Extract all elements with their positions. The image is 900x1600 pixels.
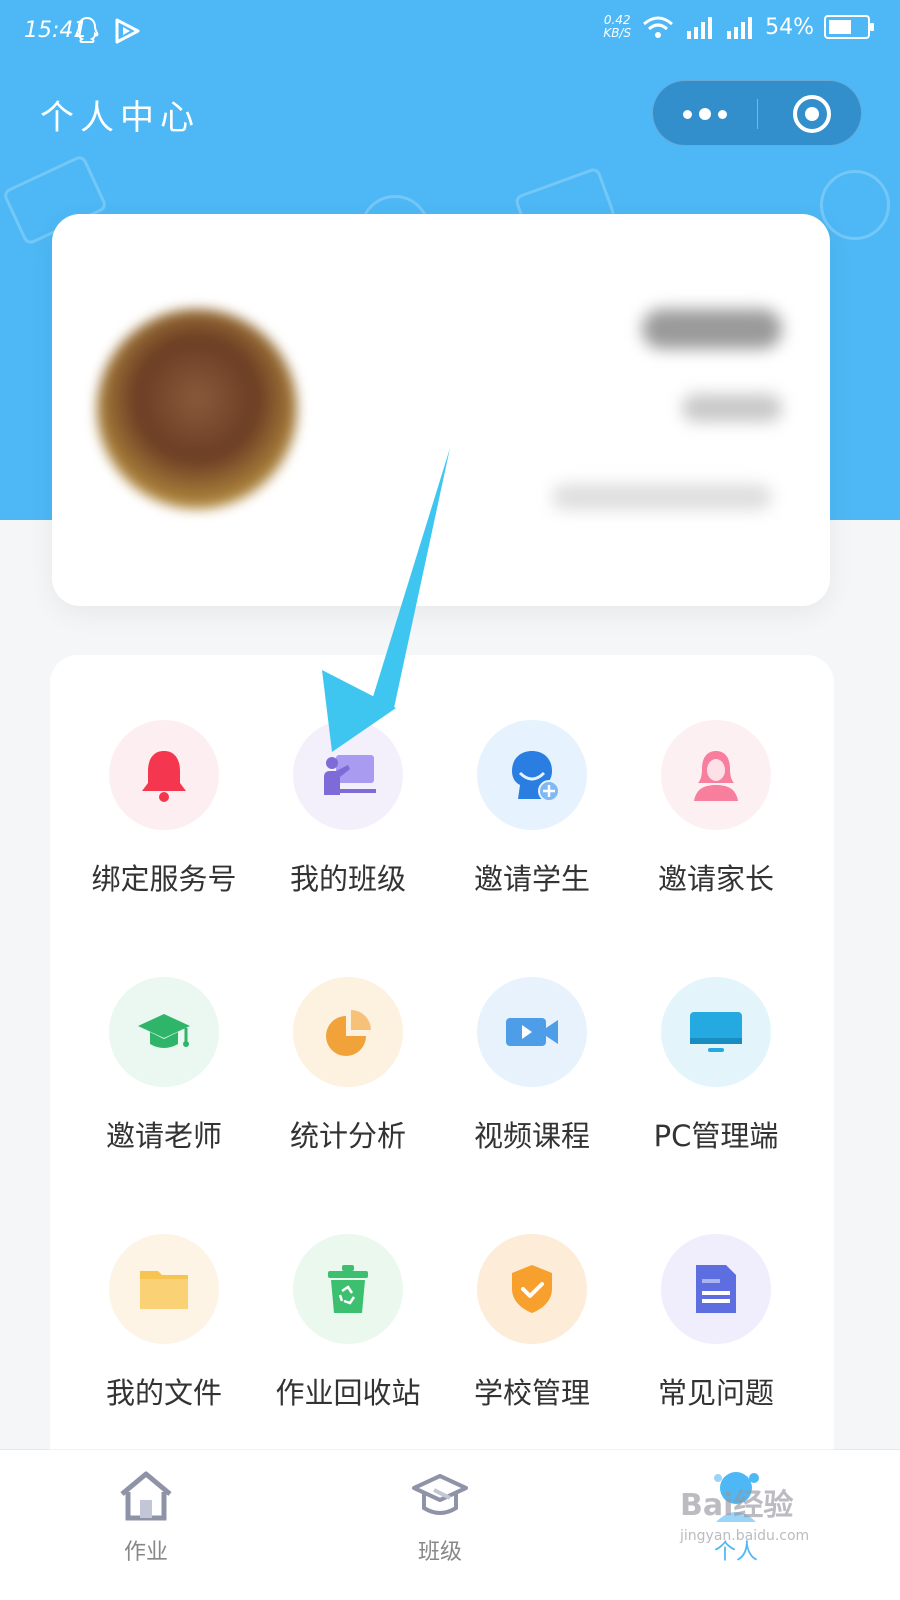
- tab-homework[interactable]: 作业: [66, 1468, 226, 1588]
- menu-item-invite-teacher[interactable]: 邀请老师: [72, 977, 256, 1177]
- battery-percent: 54%: [765, 14, 814, 40]
- signal-4g-icon: [727, 17, 753, 39]
- menu-icon-bg: [477, 720, 587, 830]
- wifi-icon: [643, 16, 674, 38]
- avatar: [97, 309, 297, 509]
- user-school-blurred: [552, 484, 772, 510]
- menu-label: 邀请学生: [473, 862, 590, 896]
- menu-label: PC管理端: [653, 1119, 779, 1153]
- bell-icon: [142, 751, 186, 802]
- menu-label: 绑定服务号: [91, 862, 237, 896]
- capsule-divider: [757, 99, 758, 129]
- menu-item-bind-service[interactable]: 绑定服务号: [72, 720, 256, 920]
- pie-chart-icon: [326, 1010, 371, 1056]
- qq-icon: [75, 16, 99, 43]
- video-app-icon: [115, 18, 140, 44]
- home-icon: [120, 1471, 172, 1521]
- status-bar: 15:41 0.42 KB/S 54%: [0, 0, 900, 64]
- menu-label: 我的班级: [289, 862, 406, 896]
- menu-icon-bg: [477, 1234, 587, 1344]
- menu-item-school-admin[interactable]: 学校管理: [440, 1234, 624, 1434]
- recycle-bin-icon: [328, 1265, 368, 1313]
- menu-item-my-class[interactable]: 我的班级: [256, 720, 440, 920]
- menu-icon-bg: [661, 1234, 771, 1344]
- menu-item-recycle-bin[interactable]: 作业回收站: [256, 1234, 440, 1434]
- menu-label: 常见问题: [657, 1376, 774, 1410]
- menu-item-video-course[interactable]: 视频课程: [440, 977, 624, 1177]
- classroom-icon: [324, 755, 376, 795]
- watermark: Bai经验 jingyan.baidu.com: [680, 1480, 880, 1544]
- menu-item-invite-parent[interactable]: 邀请家长: [624, 720, 808, 920]
- class-cap-icon: [412, 1474, 468, 1515]
- menu-icon-bg: [293, 720, 403, 830]
- menu-icon-bg: [661, 720, 771, 830]
- menu-item-faq[interactable]: 常见问题: [624, 1234, 808, 1434]
- menu-icon-bg: [109, 977, 219, 1087]
- video-camera-icon: [506, 1018, 558, 1046]
- menu-label: 作业回收站: [275, 1376, 421, 1410]
- menu-item-statistics[interactable]: 统计分析: [256, 977, 440, 1177]
- menu-item-invite-student[interactable]: 邀请学生: [440, 720, 624, 920]
- folder-icon: [140, 1271, 188, 1309]
- menu-item-my-files[interactable]: 我的文件: [72, 1234, 256, 1434]
- page-title: 个人中心: [40, 98, 200, 138]
- menu-grid: 绑定服务号 我的班级 邀请学生 邀请家长 邀请老师 统计分析 视频课程 PC管理…: [50, 655, 834, 1485]
- menu-item-pc-admin[interactable]: PC管理端: [624, 977, 808, 1177]
- menu-label: 统计分析: [289, 1119, 406, 1153]
- menu-label: 邀请家长: [657, 862, 774, 896]
- more-dots-icon: [683, 109, 692, 119]
- parent-icon: [694, 751, 738, 801]
- menu-label: 视频课程: [473, 1119, 590, 1153]
- menu-label: 学校管理: [473, 1376, 590, 1410]
- menu-icon-bg: [661, 977, 771, 1087]
- watermark-url: jingyan.baidu.com: [680, 1528, 810, 1544]
- tab-class[interactable]: 班级: [360, 1468, 520, 1588]
- document-icon: [696, 1265, 736, 1313]
- menu-icon-bg: [293, 1234, 403, 1344]
- network-speed: 0.42 KB/S: [603, 13, 632, 40]
- watermark-text: Bai经验: [680, 1488, 794, 1523]
- decoration-shape: [820, 170, 890, 240]
- menu-icon-bg: [109, 720, 219, 830]
- more-button[interactable]: [653, 81, 757, 147]
- close-target-button[interactable]: [793, 95, 831, 133]
- menu-label: 我的文件: [105, 1376, 222, 1410]
- tab-label: 作业: [123, 1540, 168, 1565]
- menu-icon-bg: [477, 977, 587, 1087]
- user-name-blurred: [642, 309, 782, 349]
- menu-label: 邀请老师: [105, 1119, 222, 1153]
- shield-icon: [512, 1265, 552, 1313]
- student-add-icon: [512, 751, 560, 802]
- signal-icon: [687, 17, 713, 39]
- graduation-cap-icon: [138, 1014, 190, 1048]
- miniprogram-capsule: [652, 80, 862, 146]
- battery-icon: [824, 15, 874, 39]
- monitor-icon: [690, 1012, 742, 1052]
- profile-card[interactable]: [52, 214, 830, 606]
- tab-label: 班级: [417, 1540, 462, 1565]
- menu-icon-bg: [293, 977, 403, 1087]
- user-role-blurred: [682, 394, 782, 422]
- menu-icon-bg: [109, 1234, 219, 1344]
